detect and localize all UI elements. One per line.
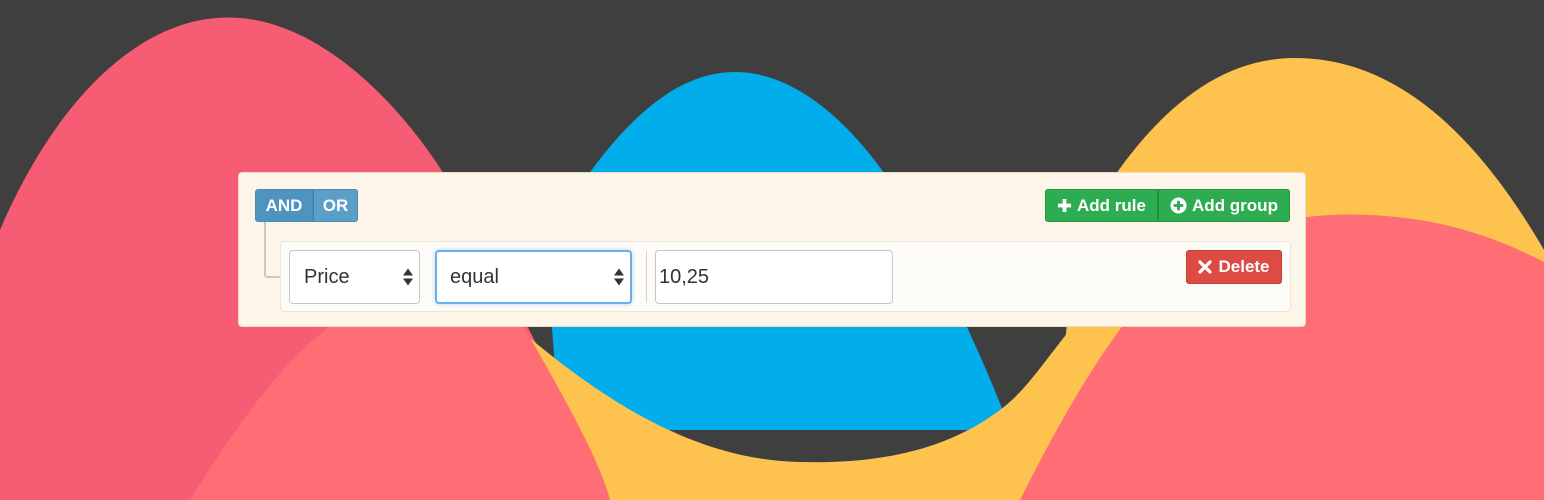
add-rule-button[interactable]: Add rule — [1045, 189, 1158, 222]
plus-icon — [1057, 198, 1072, 213]
condition-toggle-group: AND OR — [255, 189, 358, 222]
close-icon — [1198, 260, 1213, 274]
add-group-label: Add group — [1192, 195, 1278, 215]
value-input[interactable]: 10,25 — [655, 250, 893, 304]
field-select[interactable]: Price — [289, 250, 420, 304]
delete-rule-button[interactable]: Delete — [1186, 250, 1282, 284]
field-select-value: Price — [304, 265, 350, 288]
select-arrows-icon — [403, 268, 413, 286]
add-rule-label: Add rule — [1077, 195, 1146, 215]
query-builder-panel: AND OR Add rule Add group Price equal 10… — [238, 172, 1306, 327]
rule-row: Price equal 10,25 Delete — [280, 241, 1291, 312]
delete-label: Delete — [1218, 257, 1270, 276]
plus-circle-icon — [1170, 197, 1187, 214]
value-input-text: 10,25 — [659, 265, 710, 288]
or-button[interactable]: OR — [313, 189, 358, 222]
rule-divider — [646, 251, 647, 303]
select-arrows-icon — [614, 268, 624, 286]
and-button[interactable]: AND — [255, 189, 313, 222]
operator-select[interactable]: equal — [435, 250, 632, 304]
rule-connector-line — [264, 222, 280, 278]
operator-select-value: equal — [450, 265, 499, 288]
add-group-button[interactable]: Add group — [1158, 189, 1290, 222]
group-actions: Add rule Add group — [1045, 189, 1290, 222]
